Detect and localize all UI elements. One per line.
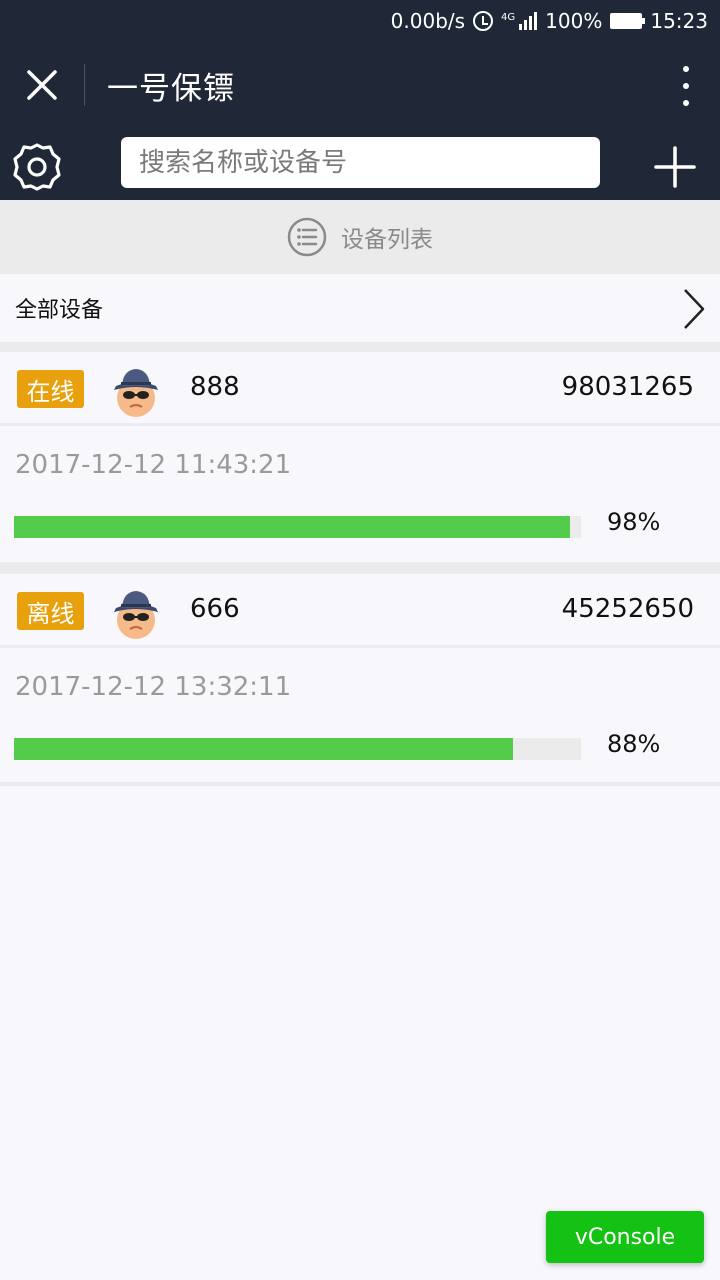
device-card[interactable]: 在线 888 98031265 2017-12-12 11:43:21 98% [0, 352, 720, 562]
device-list-label: 设备列表 [341, 227, 433, 253]
more-vertical-icon [683, 66, 689, 72]
device-card[interactable]: 离线 666 45252650 2017-12-12 13:32:11 88% [0, 574, 720, 782]
battery-percent: 88% [607, 730, 661, 758]
device-id: 98031265 [561, 372, 694, 402]
chevron-right-icon [684, 289, 705, 329]
device-id: 45252650 [561, 594, 694, 624]
all-devices-row[interactable]: 全部设备 [0, 274, 720, 342]
search-bar [0, 128, 720, 200]
close-icon [27, 70, 57, 100]
battery-percent: 98% [607, 508, 661, 536]
device-time: 2017-12-12 11:43:21 [15, 450, 292, 480]
device-header: 离线 666 45252650 [0, 574, 720, 648]
device-name: 888 [190, 372, 240, 402]
battery-progress-fill [14, 738, 513, 760]
divider [0, 562, 720, 574]
agent-avatar-icon [114, 591, 158, 639]
divider [0, 782, 720, 786]
status-bar: 0.00b/s 4G 100% 15:23 [0, 0, 720, 42]
status-badge: 在线 [17, 370, 84, 408]
settings-button[interactable] [12, 142, 62, 192]
all-devices-label: 全部设备 [15, 298, 104, 323]
signal-icon: 4G [501, 12, 538, 30]
alarm-icon [473, 11, 494, 31]
title-bar: 一号保镖 [0, 42, 720, 128]
gear-icon [13, 143, 61, 191]
battery-icon [610, 13, 646, 29]
device-name: 666 [190, 594, 240, 624]
add-device-button[interactable] [654, 146, 696, 188]
list-icon [287, 217, 327, 257]
battery-progress-bar [14, 738, 581, 760]
device-list-header: 设备列表 [0, 200, 720, 274]
page-title: 一号保镖 [107, 70, 235, 107]
battery-progress-fill [14, 516, 570, 538]
battery-progress-bar [14, 516, 581, 538]
plus-icon [654, 146, 696, 188]
close-button[interactable] [0, 42, 84, 128]
device-time: 2017-12-12 13:32:11 [15, 672, 292, 702]
agent-avatar-icon [114, 369, 158, 417]
clock: 15:23 [650, 9, 708, 33]
network-type: 4G [501, 12, 516, 23]
status-badge: 离线 [17, 592, 84, 630]
battery-level: 100% [545, 9, 603, 33]
search-input[interactable] [121, 137, 600, 188]
title-divider [84, 64, 85, 106]
divider [0, 342, 720, 352]
device-header: 在线 888 98031265 [0, 352, 720, 426]
vconsole-button[interactable]: vConsole [546, 1211, 704, 1263]
net-speed: 0.00b/s [390, 9, 466, 33]
more-button[interactable] [676, 66, 696, 106]
